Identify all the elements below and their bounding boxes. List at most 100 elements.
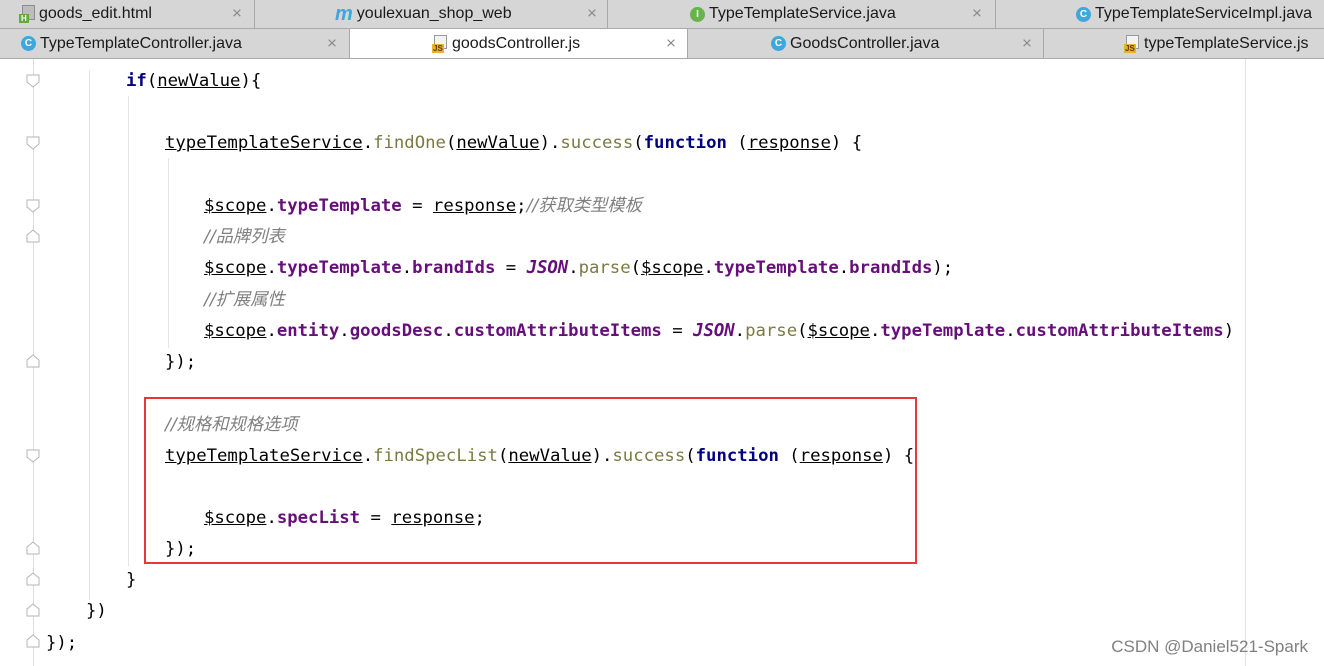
fold-close-icon[interactable] bbox=[26, 541, 40, 555]
fold-close-icon[interactable] bbox=[26, 229, 40, 243]
comment: //获取类型模板 bbox=[526, 196, 642, 216]
punct: }); bbox=[46, 633, 78, 653]
tab-youlexuan-shop-web[interactable]: m youlexuan_shop_web × bbox=[255, 0, 608, 28]
editor-tab-bar-row-1: H goods_edit.html × m youlexuan_shop_web… bbox=[0, 0, 1324, 29]
identifier: $scope bbox=[204, 258, 267, 278]
punct: . bbox=[401, 258, 413, 278]
property: typeTemplate bbox=[880, 321, 1006, 341]
identifier: response bbox=[432, 196, 517, 216]
fold-close-icon[interactable] bbox=[26, 634, 40, 648]
punct: ){ bbox=[240, 71, 262, 91]
fold-close-icon[interactable] bbox=[26, 603, 40, 617]
js-file-icon: JS bbox=[1124, 34, 1140, 53]
tab-label: TypeTemplateService.java bbox=[709, 5, 896, 22]
watermark: CSDN @Daniel521-Spark bbox=[1111, 637, 1308, 656]
property: brandIds bbox=[849, 258, 933, 278]
method: success bbox=[560, 133, 634, 153]
property: typeTemplate bbox=[276, 196, 402, 216]
punct: ( bbox=[633, 133, 644, 153]
punct: ) bbox=[1223, 321, 1235, 341]
tab-label: GoodsController.java bbox=[790, 34, 940, 52]
code-line[interactable]: }); bbox=[46, 630, 77, 656]
code-line[interactable]: if(newValue){ bbox=[46, 68, 261, 94]
tab-typetemplateservice-js[interactable]: JS typeTemplateService.js bbox=[1044, 29, 1324, 58]
fold-close-icon[interactable] bbox=[26, 572, 40, 586]
tab-label: typeTemplateService.js bbox=[1144, 34, 1309, 52]
comment: //扩展属性 bbox=[204, 290, 285, 310]
operator: = bbox=[495, 258, 527, 278]
punct: }); bbox=[165, 352, 197, 372]
punct: . bbox=[568, 258, 579, 278]
punct: . bbox=[838, 258, 850, 278]
punct: ( bbox=[726, 133, 748, 153]
identifier: $scope bbox=[641, 258, 704, 278]
tab-goodscontroller-js[interactable]: JS goodsController.js × bbox=[350, 29, 688, 58]
property: typeTemplate bbox=[276, 258, 402, 278]
identifier: $scope bbox=[807, 321, 870, 341]
class-icon: C bbox=[771, 36, 786, 51]
class-icon: C bbox=[21, 36, 36, 51]
global-object: JSON bbox=[693, 321, 735, 341]
punct: ); bbox=[932, 258, 954, 278]
punct: . bbox=[339, 321, 350, 341]
punct: . bbox=[266, 258, 277, 278]
tab-typetemplateserviceimpl-java[interactable]: C TypeTemplateServiceImpl.java bbox=[996, 0, 1324, 28]
fold-open-icon[interactable] bbox=[26, 74, 40, 88]
class-icon: C bbox=[1076, 6, 1091, 22]
code-line[interactable]: //扩展属性 bbox=[46, 287, 285, 313]
punct: . bbox=[266, 321, 277, 341]
html-file-icon: H bbox=[19, 5, 35, 23]
tab-goods-edit-html[interactable]: H goods_edit.html × bbox=[0, 0, 255, 28]
global-object: JSON bbox=[526, 258, 569, 278]
module-icon: m bbox=[335, 3, 353, 25]
close-icon[interactable]: × bbox=[666, 33, 676, 53]
code-line[interactable]: } bbox=[46, 567, 136, 593]
punct: ( bbox=[445, 133, 457, 153]
close-icon[interactable]: × bbox=[972, 4, 982, 24]
close-icon[interactable]: × bbox=[1022, 33, 1032, 53]
punct: } bbox=[126, 570, 137, 590]
property: customAttributeItems bbox=[453, 321, 662, 341]
tab-goodscontroller-java[interactable]: C GoodsController.java × bbox=[688, 29, 1044, 58]
code-line[interactable]: typeTemplateService.findOne(newValue).su… bbox=[46, 130, 862, 156]
tab-label: youlexuan_shop_web bbox=[356, 5, 512, 22]
identifier: newValue bbox=[157, 71, 241, 91]
identifier: newValue bbox=[456, 133, 540, 153]
right-margin-guide bbox=[1245, 59, 1246, 666]
code-line[interactable]: $scope.typeTemplate.brandIds = JSON.pars… bbox=[46, 255, 953, 281]
comment: //品牌列表 bbox=[204, 227, 285, 247]
code-line[interactable]: }) bbox=[46, 598, 107, 624]
punct: ) { bbox=[830, 133, 863, 153]
property: typeTemplate bbox=[713, 258, 839, 278]
identifier: $scope bbox=[204, 196, 267, 216]
punct: . bbox=[362, 133, 374, 153]
keyword: if bbox=[126, 71, 147, 91]
tab-typetemplatecontroller-java[interactable]: C TypeTemplateController.java × bbox=[0, 29, 350, 58]
fold-close-icon[interactable] bbox=[26, 354, 40, 368]
interface-icon: I bbox=[690, 6, 705, 22]
code-line[interactable]: //品牌列表 bbox=[46, 224, 285, 250]
close-icon[interactable]: × bbox=[327, 33, 337, 53]
fold-open-icon[interactable] bbox=[26, 449, 40, 463]
fold-open-icon[interactable] bbox=[26, 136, 40, 150]
punct: }) bbox=[86, 601, 107, 621]
code-line[interactable]: }); bbox=[46, 349, 196, 375]
tab-typetemplateservice-java[interactable]: I TypeTemplateService.java × bbox=[608, 0, 996, 28]
highlight-annotation-box bbox=[144, 397, 917, 564]
operator: = bbox=[401, 196, 433, 216]
code-line[interactable]: $scope.entity.goodsDesc.customAttributeI… bbox=[46, 318, 1234, 344]
operator: = bbox=[661, 321, 694, 341]
fold-open-icon[interactable] bbox=[26, 199, 40, 213]
method: parse bbox=[578, 258, 631, 278]
identifier: response bbox=[747, 133, 831, 153]
punct: ). bbox=[539, 133, 561, 153]
punct: . bbox=[1005, 321, 1016, 341]
punct: . bbox=[443, 321, 454, 341]
tab-label: goodsController.js bbox=[452, 34, 581, 52]
punct: . bbox=[734, 321, 746, 341]
close-icon[interactable]: × bbox=[587, 4, 597, 24]
close-icon[interactable]: × bbox=[232, 4, 242, 24]
code-line[interactable]: $scope.typeTemplate = response;//获取类型模板 bbox=[46, 193, 642, 219]
punct: . bbox=[266, 196, 277, 216]
tab-label: goods_edit.html bbox=[39, 5, 152, 22]
